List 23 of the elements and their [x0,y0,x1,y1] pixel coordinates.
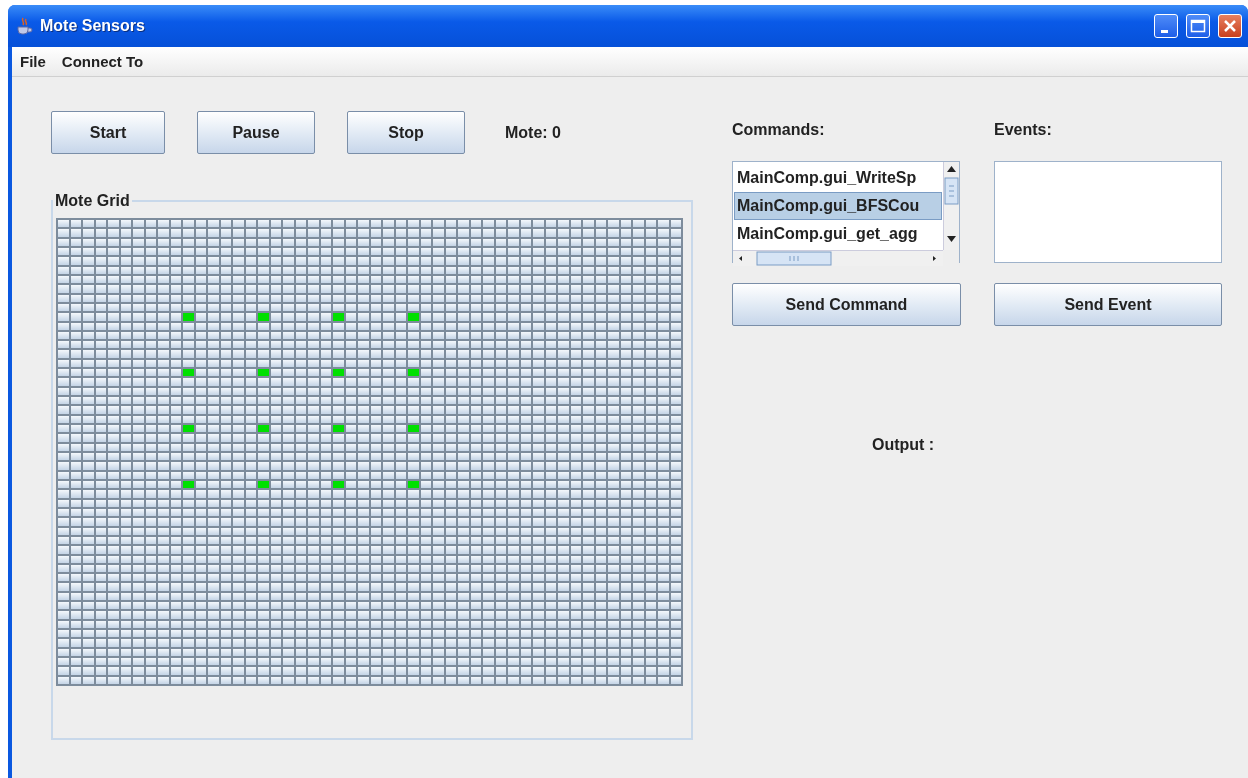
close-icon [1223,19,1237,33]
minimize-icon [1160,29,1168,33]
java-cup-icon [14,16,34,36]
send-event-button[interactable]: Send Event [994,283,1222,326]
panel-title: Mote Grid [54,192,131,210]
mote-label: Mote: 0 [505,123,561,142]
toolbar-button[interactable]: Pause [197,111,315,154]
minimize-button[interactable] [1154,14,1178,38]
maximize-button[interactable] [1186,14,1210,38]
toolbar-button[interactable]: Start [51,111,165,154]
list-item[interactable]: MainComp.gui_BFSCou [734,192,942,220]
events-field[interactable] [994,161,1222,263]
maximize-icon [1190,19,1206,33]
events-label: Events: [994,121,1053,139]
send-command-button[interactable]: Send Command [732,283,961,326]
toolbar-button[interactable]: Stop [347,111,465,154]
output-label: Output : [872,436,936,454]
menu-item[interactable]: File [20,53,46,70]
vertical-scrollbar[interactable] [943,162,959,250]
commands-label: Commands: [732,121,826,139]
close-button[interactable] [1218,14,1242,38]
window-title: Mote Sensors [40,17,146,35]
menu-item[interactable]: Connect To [61,53,144,70]
